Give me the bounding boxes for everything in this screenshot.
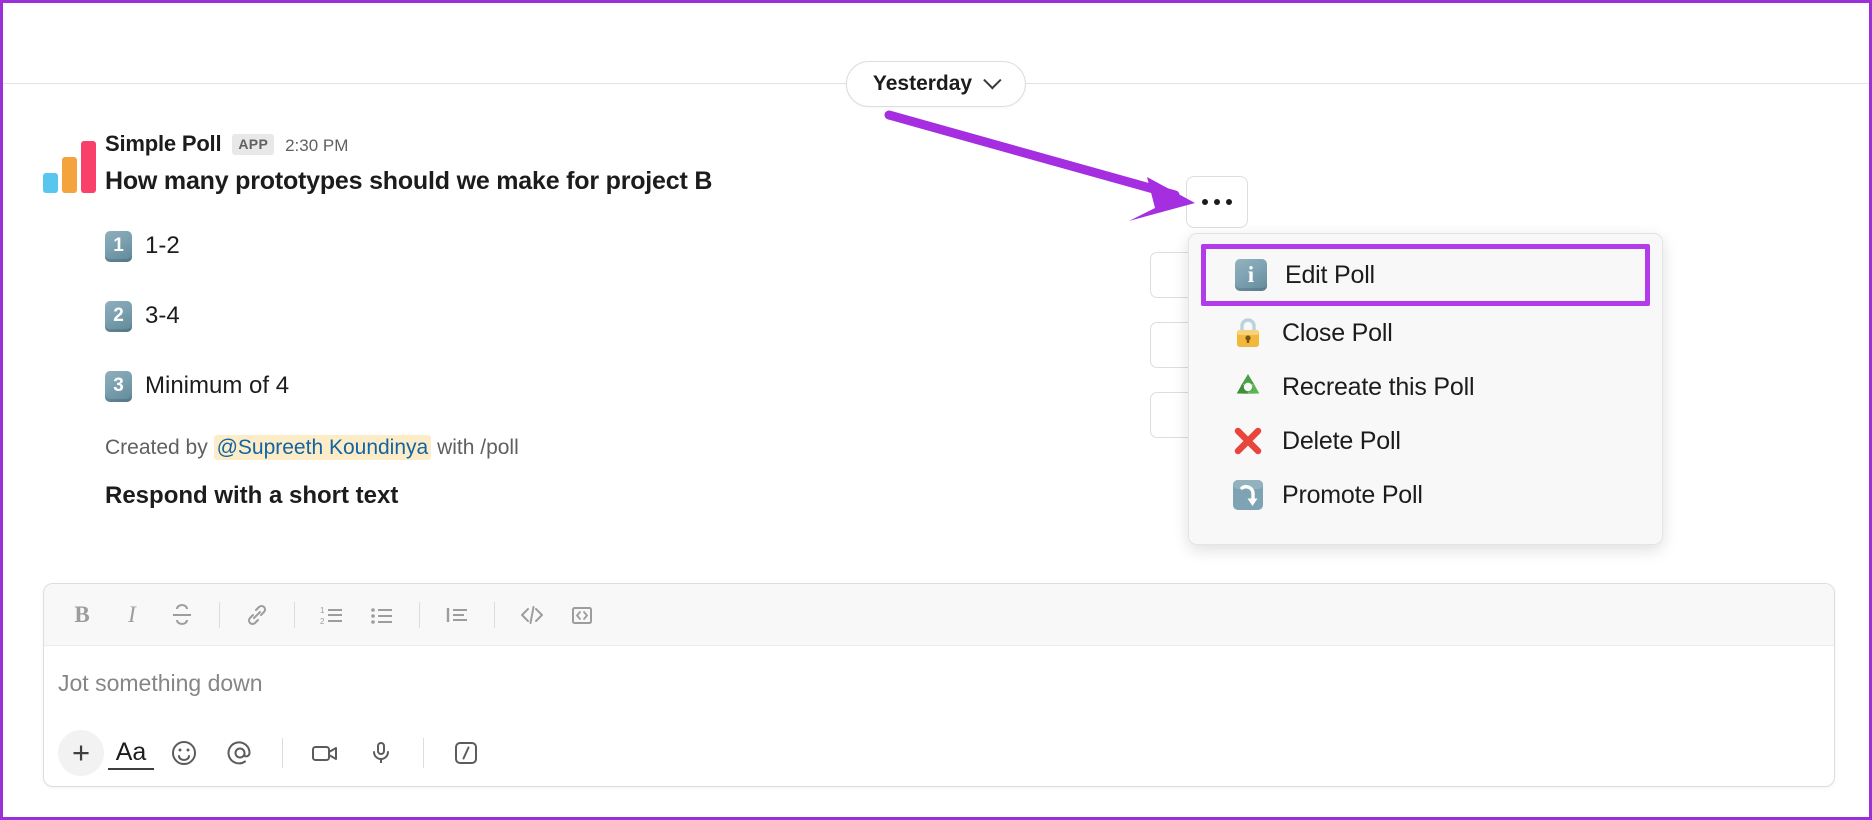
action-divider <box>282 738 283 768</box>
lock-icon <box>1229 314 1267 352</box>
app-badge: APP <box>232 134 275 155</box>
formatting-button[interactable]: Aa <box>108 736 154 770</box>
recycle-icon <box>1229 368 1267 406</box>
bold-button[interactable]: B <box>58 593 106 637</box>
menu-item-label: Delete Poll <box>1282 426 1401 455</box>
poll-footer: Created by @Supreeth Koundinya with /pol… <box>105 435 1243 460</box>
chevron-down-icon <box>983 70 1002 89</box>
toolbar-divider <box>494 601 495 628</box>
poll-option: 2 3-4 <box>105 296 1243 336</box>
attachment-button[interactable]: + <box>58 730 104 776</box>
menu-item-edit-poll[interactable]: i Edit Poll <box>1201 244 1650 306</box>
cross-mark-icon <box>1229 422 1267 460</box>
poll-context-menu: i Edit Poll Close Poll Recreate this Pol… <box>1188 233 1663 545</box>
poll-option-label: 1-2 <box>145 232 180 259</box>
bulleted-list-button[interactable] <box>358 593 406 637</box>
menu-item-label: Close Poll <box>1282 318 1393 347</box>
code-block-button[interactable] <box>558 593 606 637</box>
video-button[interactable] <box>299 730 351 776</box>
poll-question: How many prototypes should we make for p… <box>105 167 713 195</box>
message-author[interactable]: Simple Poll <box>105 131 222 157</box>
blockquote-button[interactable] <box>433 593 481 637</box>
svg-text:1: 1 <box>320 606 325 615</box>
date-divider-pill[interactable]: Yesterday <box>845 61 1027 107</box>
poll-message: Simple Poll APP 2:30 PM How many prototy… <box>43 131 1243 510</box>
mention-button[interactable] <box>214 730 266 776</box>
menu-item-label: Edit Poll <box>1285 260 1375 289</box>
emoji-button[interactable] <box>158 730 210 776</box>
next-message-text: Respond with a short text <box>105 482 399 509</box>
menu-item-label: Promote Poll <box>1282 480 1423 509</box>
created-by-suffix: with /poll <box>437 436 519 459</box>
strikethrough-button[interactable] <box>158 593 206 637</box>
slash-command-button[interactable] <box>440 730 492 776</box>
creator-mention[interactable]: @Supreeth Koundinya <box>213 435 432 460</box>
poll-option: 1 1-2 <box>105 226 1243 266</box>
poll-option: 3 Minimum of 4 <box>105 366 1243 406</box>
message-header: Simple Poll APP 2:30 PM <box>105 131 1243 159</box>
more-options-button[interactable] <box>1186 176 1248 228</box>
message-composer: B I 1 2 Jot something down + Aa <box>43 583 1835 787</box>
svg-text:2: 2 <box>320 617 325 626</box>
menu-item-promote-poll[interactable]: Promote Poll <box>1189 468 1662 522</box>
slack-message-view: Yesterday Simple Poll APP 2:30 PM How ma… <box>0 0 1872 820</box>
menu-item-delete-poll[interactable]: Delete Poll <box>1189 414 1662 468</box>
keycap-1-icon: 1 <box>105 230 132 262</box>
message-timestamp[interactable]: 2:30 PM <box>285 136 348 156</box>
poll-option-label: Minimum of 4 <box>145 372 290 399</box>
poll-options-list: 1 1-2 2 3-4 3 Minimum of 4 <box>105 226 1243 406</box>
toolbar-divider <box>294 601 295 628</box>
arrow-down-square-icon <box>1229 476 1267 514</box>
link-button[interactable] <box>233 593 281 637</box>
bar-chart-logo-icon <box>43 141 96 193</box>
keycap-2-icon: 2 <box>105 300 132 332</box>
menu-item-close-poll[interactable]: Close Poll <box>1189 306 1662 360</box>
date-divider-label: Yesterday <box>872 72 973 95</box>
audio-button[interactable] <box>355 730 407 776</box>
toolbar-divider <box>419 601 420 628</box>
info-square-icon: i <box>1232 256 1270 294</box>
message-input[interactable]: Jot something down <box>44 646 1834 720</box>
created-by-prefix: Created by <box>105 436 208 459</box>
composer-action-bar: + Aa <box>44 720 1834 786</box>
menu-item-recreate-poll[interactable]: Recreate this Poll <box>1189 360 1662 414</box>
ordered-list-button[interactable]: 1 2 <box>308 593 356 637</box>
code-button[interactable] <box>508 593 556 637</box>
message-input-placeholder: Jot something down <box>58 669 263 696</box>
more-options-icon <box>1202 199 1208 205</box>
poll-option-label: 3-4 <box>145 302 180 329</box>
italic-button[interactable]: I <box>108 593 156 637</box>
menu-item-label: Recreate this Poll <box>1282 372 1475 401</box>
toolbar-divider <box>219 601 220 628</box>
formatting-toolbar: B I 1 2 <box>44 584 1834 646</box>
action-divider <box>423 738 424 768</box>
keycap-3-icon: 3 <box>105 370 132 402</box>
